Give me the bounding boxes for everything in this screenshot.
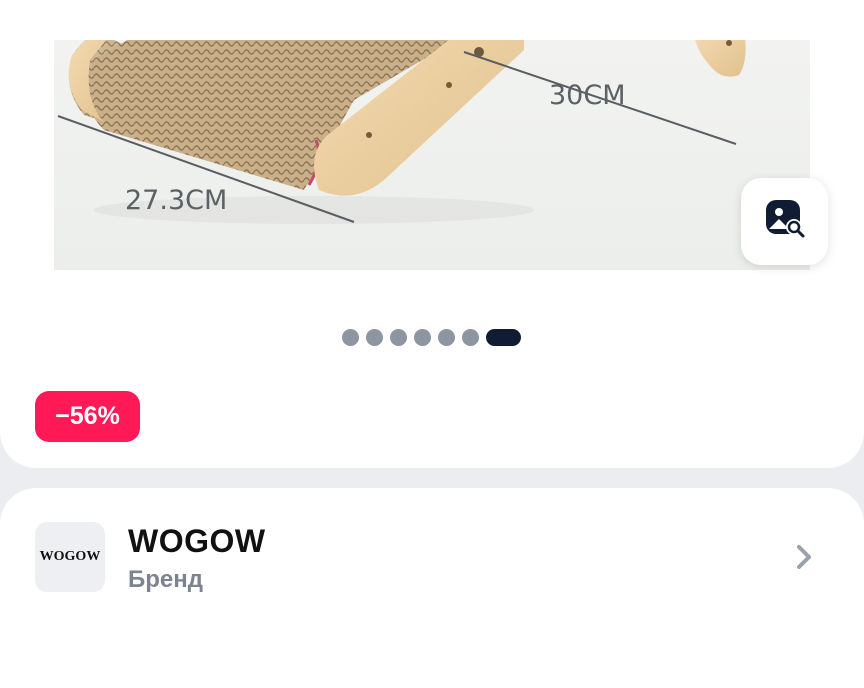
- discount-badge: −56%: [35, 391, 140, 442]
- pager-dot[interactable]: [438, 328, 455, 346]
- brand-subtitle: Бренд: [128, 566, 203, 593]
- pager-dot[interactable]: [342, 328, 359, 346]
- pager-dot[interactable]: [414, 328, 431, 346]
- product-image[interactable]: 30CM 27.3CM: [54, 40, 810, 270]
- length-label: 30CM: [549, 80, 626, 111]
- pager-dot-active[interactable]: [486, 328, 521, 346]
- chevron-right-icon[interactable]: [790, 543, 818, 571]
- image-search-icon: [763, 197, 807, 246]
- gallery-pager: [342, 328, 521, 346]
- pager-dot[interactable]: [390, 328, 407, 346]
- pager-dot[interactable]: [462, 328, 479, 346]
- pager-dot[interactable]: [366, 328, 383, 346]
- width-label: 27.3CM: [125, 185, 227, 216]
- brand-logo: WOGOW: [35, 522, 105, 592]
- image-search-button[interactable]: [741, 178, 828, 265]
- brand-name[interactable]: WOGOW: [128, 523, 266, 560]
